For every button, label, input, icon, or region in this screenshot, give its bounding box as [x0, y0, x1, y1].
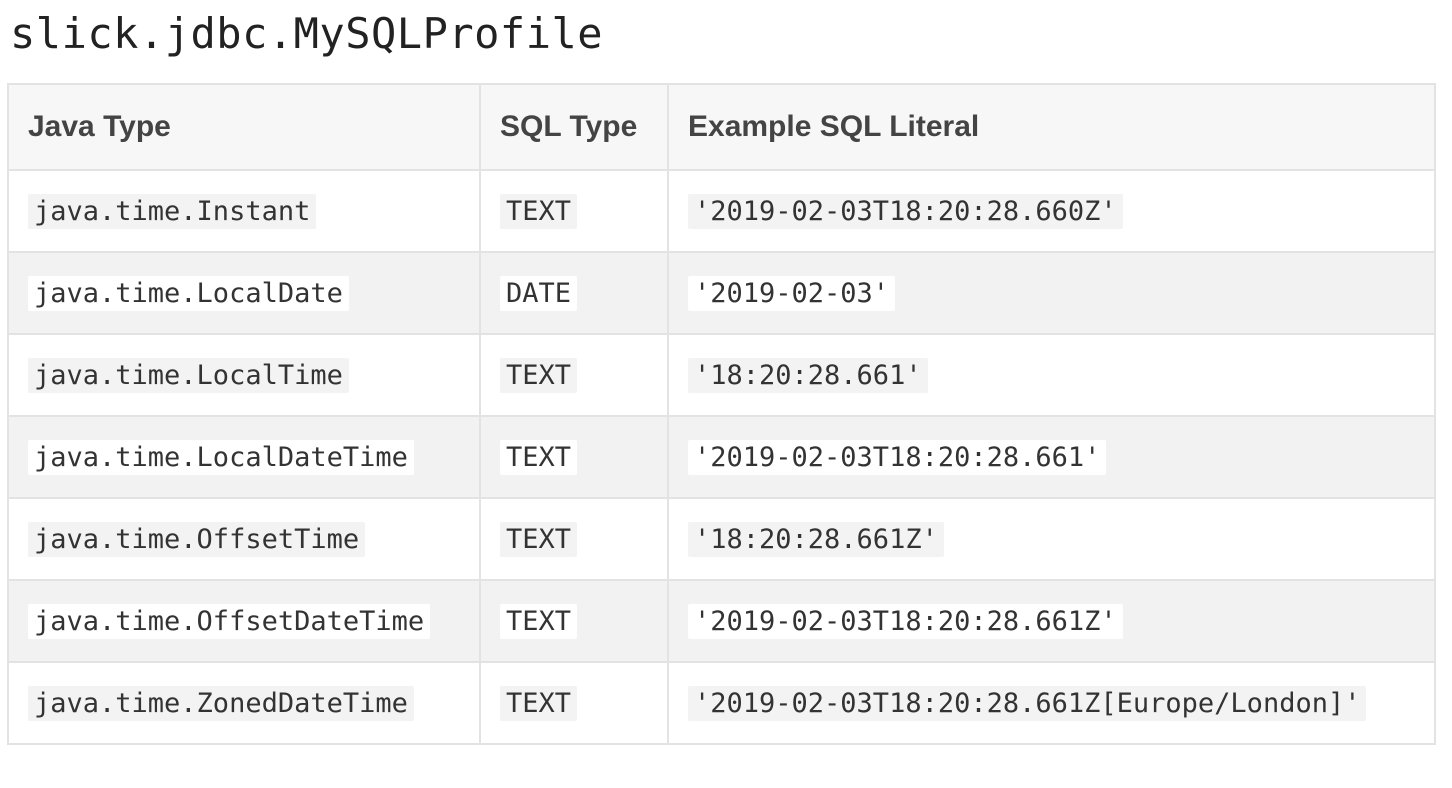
table-header: Java Type SQL Type Example SQL Literal: [7, 83, 1436, 171]
table-row: java.time.LocalDate DATE '2019-02-03': [7, 251, 1436, 335]
table-row: java.time.ZonedDateTime TEXT '2019-02-03…: [7, 661, 1436, 745]
java-type-cell: java.time.LocalDate: [7, 251, 481, 335]
java-type-cell: java.time.LocalTime: [7, 333, 481, 417]
sql-literal-cell: '2019-02-03T18:20:28.661': [667, 415, 1436, 499]
sql-type-cell: TEXT: [479, 333, 669, 417]
table-body: java.time.Instant TEXT '2019-02-03T18:20…: [7, 169, 1436, 745]
sql-literal-code: '18:20:28.661Z': [688, 521, 944, 557]
java-type-cell: java.time.Instant: [7, 169, 481, 253]
java-type-code: java.time.LocalTime: [28, 357, 349, 393]
sql-literal-code: '2019-02-03T18:20:28.661': [688, 439, 1107, 475]
page-title: slick.jdbc.MySQLProfile: [10, 9, 604, 58]
table-row: java.time.LocalTime TEXT '18:20:28.661': [7, 333, 1436, 417]
sql-literal-cell: '2019-02-03': [667, 251, 1436, 335]
table-row: java.time.Instant TEXT '2019-02-03T18:20…: [7, 169, 1436, 253]
java-type-code: java.time.Instant: [28, 193, 317, 229]
header-row: Java Type SQL Type Example SQL Literal: [7, 83, 1436, 171]
sql-literal-code: '18:20:28.661': [688, 357, 928, 393]
sql-type-cell: DATE: [479, 251, 669, 335]
java-type-code: java.time.OffsetDateTime: [28, 603, 431, 639]
column-header-example-sql-literal: Example SQL Literal: [667, 83, 1436, 171]
sql-literal-cell: '18:20:28.661Z': [667, 497, 1436, 581]
sql-literal-cell: '2019-02-03T18:20:28.661Z[Europe/London]…: [667, 661, 1436, 745]
sql-literal-cell: '2019-02-03T18:20:28.661Z': [667, 579, 1436, 663]
sql-type-code: TEXT: [500, 521, 578, 557]
type-mapping-table: Java Type SQL Type Example SQL Literal j…: [7, 83, 1436, 745]
column-header-sql-type: SQL Type: [479, 83, 669, 171]
sql-type-code: TEXT: [500, 357, 578, 393]
column-header-java-type: Java Type: [7, 83, 481, 171]
java-type-cell: java.time.OffsetDateTime: [7, 579, 481, 663]
table-row: java.time.OffsetDateTime TEXT '2019-02-0…: [7, 579, 1436, 663]
sql-literal-code: '2019-02-03': [688, 275, 896, 311]
sql-type-cell: TEXT: [479, 661, 669, 745]
sql-type-cell: TEXT: [479, 497, 669, 581]
table-row: java.time.OffsetTime TEXT '18:20:28.661Z…: [7, 497, 1436, 581]
java-type-cell: java.time.LocalDateTime: [7, 415, 481, 499]
sql-type-cell: TEXT: [479, 169, 669, 253]
sql-type-cell: TEXT: [479, 415, 669, 499]
sql-literal-cell: '2019-02-03T18:20:28.660Z': [667, 169, 1436, 253]
java-type-code: java.time.OffsetTime: [28, 521, 366, 557]
sql-literal-code: '2019-02-03T18:20:28.660Z': [688, 193, 1123, 229]
java-type-cell: java.time.ZonedDateTime: [7, 661, 481, 745]
java-type-cell: java.time.OffsetTime: [7, 497, 481, 581]
sql-type-cell: TEXT: [479, 579, 669, 663]
sql-type-code: TEXT: [500, 439, 578, 475]
sql-type-code: TEXT: [500, 685, 578, 721]
sql-type-code: TEXT: [500, 193, 578, 229]
sql-literal-code: '2019-02-03T18:20:28.661Z[Europe/London]…: [688, 685, 1367, 721]
java-type-code: java.time.ZonedDateTime: [28, 685, 414, 721]
sql-literal-code: '2019-02-03T18:20:28.661Z': [688, 603, 1123, 639]
java-type-code: java.time.LocalDate: [28, 275, 349, 311]
table-row: java.time.LocalDateTime TEXT '2019-02-03…: [7, 415, 1436, 499]
sql-type-code: DATE: [500, 275, 578, 311]
sql-type-code: TEXT: [500, 603, 578, 639]
java-type-code: java.time.LocalDateTime: [28, 439, 414, 475]
sql-literal-cell: '18:20:28.661': [667, 333, 1436, 417]
